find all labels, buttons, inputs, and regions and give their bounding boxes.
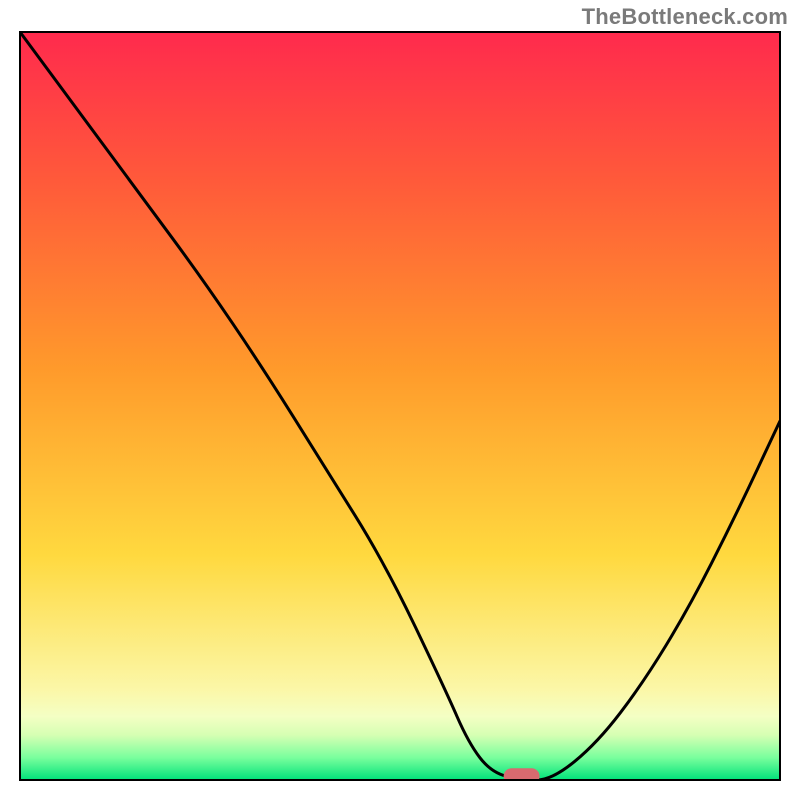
bottleneck-chart: [0, 0, 800, 800]
chart-stage: TheBottleneck.com: [0, 0, 800, 800]
watermark-label: TheBottleneck.com: [582, 4, 788, 30]
gradient-background: [20, 32, 780, 780]
sweet-spot-marker: [504, 768, 540, 784]
